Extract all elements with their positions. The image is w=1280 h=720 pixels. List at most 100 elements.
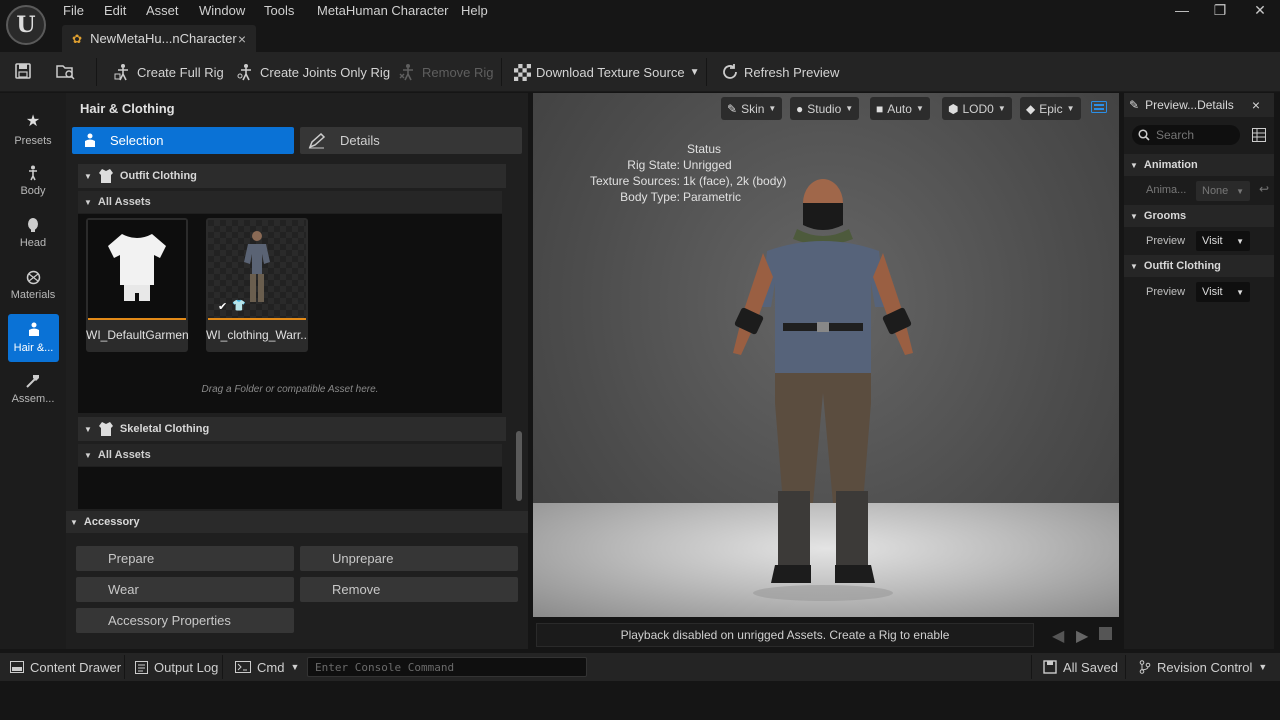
chevron-down-icon: ▼ [768,104,777,113]
grooms-preview-dropdown[interactable]: Visit ▼ [1196,231,1250,251]
outfit-asset-area[interactable]: WI_DefaultGarment ✔ 👕 WI_clothing_Warr..… [78,214,502,413]
character-preview [733,179,913,601]
strip-item-presets[interactable]: ★ Presets [2,105,64,153]
details-search[interactable] [1132,125,1240,145]
remove-rig-label: Remove Rig [422,64,494,80]
reset-arrow-icon[interactable]: ↩ [1259,182,1269,196]
strip-item-assembly[interactable]: Assem... [2,365,64,413]
chevron-down-icon: ▼ [1258,662,1268,672]
download-texture-source-label: Download Texture Source [536,64,685,80]
save-icon[interactable] [14,62,32,80]
skeletal-asset-area[interactable] [78,467,502,509]
strip-item-body[interactable]: Body [2,157,64,205]
close-icon[interactable]: × [238,31,246,47]
rig-state-value: Unrigged [683,158,732,172]
wear-button[interactable]: Wear [76,577,294,602]
animation-section-header[interactable]: ▼ Animation [1124,154,1274,176]
console-command-input[interactable] [308,658,586,676]
cube-icon: ⬢ [948,101,959,116]
refresh-icon [723,64,737,79]
minimize-icon[interactable]: — [1170,2,1194,18]
studio-label: Studio [807,101,842,116]
shirt-icon: 👕 [232,300,246,312]
lod-dropdown[interactable]: ⬢ LOD0 ▼ [942,97,1012,120]
chevron-down-icon: ▼ [1066,104,1075,113]
camera-auto-dropdown[interactable]: ■ Auto ▼ [870,97,930,120]
panel-scrollbar[interactable] [516,431,522,501]
terminal-icon [235,661,251,673]
unreal-logo[interactable]: U [6,5,46,45]
hair-clothing-panel: Hair & Clothing Selection Details ▼ Outf… [66,93,528,649]
stop-icon[interactable] [1099,627,1112,640]
asset-tile-clothing-warr[interactable]: ✔ 👕 WI_clothing_Warr... [206,218,308,352]
outfit-all-assets-header[interactable]: ▼ All Assets [78,191,502,213]
output-log-label: Output Log [154,659,219,675]
outfit-clothing-header[interactable]: ▼ Outfit Clothing [78,164,506,188]
menu-metahuman-character[interactable]: MetaHuman Character [317,3,449,18]
menu-help[interactable]: Help [461,3,488,18]
tab-details[interactable]: Details [300,127,522,154]
revision-control-dropdown[interactable]: Revision Control ▼ [1139,653,1267,681]
asset-type-bar [88,318,186,320]
cmd-dropdown[interactable]: Cmd ▼ [235,653,299,681]
table-view-icon[interactable] [1252,128,1266,142]
prepare-label: Prepare [108,551,155,566]
accessory-header[interactable]: ▼ Accessory [66,511,528,533]
strip-item-hair-clothing[interactable]: Hair &... [8,314,59,362]
strip-item-materials[interactable]: Materials [2,261,64,309]
unprepare-button[interactable]: Unprepare [300,546,518,571]
collapse-arrow-icon: ▼ [84,424,92,434]
download-texture-source-button[interactable]: Download Texture Source ▼ [514,60,700,84]
collapse-arrow-icon: ▼ [84,171,92,181]
strip-label-assembly: Assem... [11,393,55,405]
strip-label-head: Head [19,236,47,249]
all-saved-button[interactable]: All Saved [1043,653,1118,681]
prepare-button[interactable]: Prepare [76,546,294,571]
refresh-preview-button[interactable]: Refresh Preview [721,60,839,84]
chevron-down-icon: ▼ [1236,186,1244,196]
asset-tile-default-garment[interactable]: WI_DefaultGarment [86,218,188,352]
animation-dropdown[interactable]: None ▼ [1196,181,1250,201]
details-search-input[interactable] [1156,128,1232,142]
tab-selection[interactable]: Selection [72,127,294,154]
skeletal-all-assets-header[interactable]: ▼ All Assets [78,444,502,466]
menu-edit[interactable]: Edit [104,3,126,18]
remove-rig-button[interactable]: Remove Rig [399,60,494,84]
restore-icon[interactable]: ❐ [1208,2,1232,19]
play-icon[interactable]: ▶ [1076,626,1088,646]
skeletal-clothing-header[interactable]: ▼ Skeletal Clothing [78,417,506,441]
pencil-icon: ✎ [1129,98,1140,112]
window-close-icon[interactable]: ✕ [1248,2,1272,19]
asset-label: WI_clothing_Warr... [206,328,308,342]
strip-item-head[interactable]: Head [2,209,64,257]
menu-file[interactable]: File [63,3,84,18]
menu-window[interactable]: Window [199,3,245,18]
menu-tools[interactable]: Tools [264,3,294,18]
quality-dropdown[interactable]: ◆ Epic ▼ [1020,97,1081,120]
materials-icon [26,270,40,284]
output-log-button[interactable]: Output Log [135,653,218,681]
skin-dropdown[interactable]: ✎ Skin ▼ [721,97,783,120]
create-joints-only-rig-button[interactable]: Create Joints Only Rig [237,60,390,84]
document-tab[interactable]: ✿ NewMetaHu...nCharacter × [62,25,256,52]
accessory-properties-button[interactable]: Accessory Properties [76,608,294,633]
viewport[interactable]: ✎ Skin ▼ ● Studio ▼ ■ Auto ▼ ⬢ LOD0 ▼ ◆ … [533,93,1119,617]
remove-button[interactable]: Remove [300,577,518,602]
keyboard-icon[interactable] [1091,101,1107,113]
create-full-rig-button[interactable]: Create Full Rig [114,60,224,84]
grooms-preview-value: Visit [1202,235,1223,247]
preview-details-tab[interactable]: ✎ Preview...Details × [1124,93,1274,117]
outfit-preview-dropdown[interactable]: Visit ▼ [1196,282,1250,302]
menu-asset[interactable]: Asset [146,3,179,18]
step-back-icon[interactable]: ◀ [1052,626,1064,646]
outfit-section-header[interactable]: ▼ Outfit Clothing [1124,255,1274,277]
star-icon: ★ [25,113,41,130]
console-input-box[interactable] [307,657,587,677]
browse-asset-icon[interactable] [55,62,75,80]
content-drawer-button[interactable]: Content Drawer [10,653,121,681]
strip-label-materials: Materials [10,288,56,301]
studio-dropdown[interactable]: ● Studio ▼ [790,97,860,120]
close-icon[interactable]: × [1252,97,1260,113]
grooms-section-header[interactable]: ▼ Grooms [1124,205,1274,227]
chevron-down-icon: ▼ [290,662,300,672]
